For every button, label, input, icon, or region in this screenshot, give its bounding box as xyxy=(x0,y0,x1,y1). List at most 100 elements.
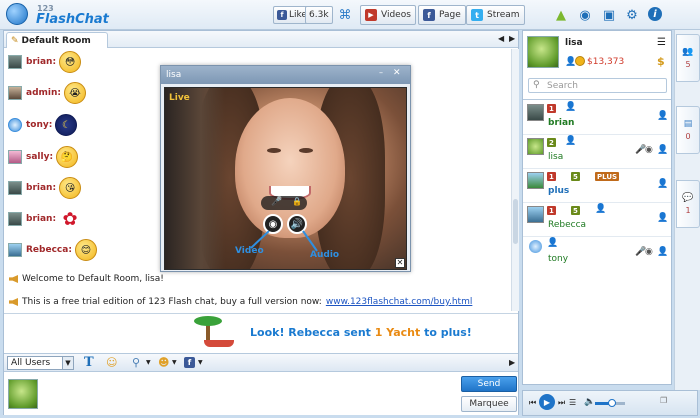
chevron-down-icon[interactable]: ▼ xyxy=(172,359,177,366)
profile-avatar[interactable] xyxy=(527,36,559,68)
user-icon: 👤 xyxy=(657,213,669,223)
message-sender[interactable]: brian: xyxy=(26,214,56,224)
level-value: 1 xyxy=(549,104,554,113)
gift-prefix: Look! Rebecca sent xyxy=(250,326,375,339)
message-sender[interactable]: brian: xyxy=(26,57,56,67)
page-button[interactable]: f Page xyxy=(418,5,466,25)
volume-slider[interactable] xyxy=(595,399,625,407)
user-row-lisa[interactable]: 2 👤 lisa 🎤 ◉ 👤 xyxy=(523,135,671,169)
user-row-tony[interactable]: 👤 tony 🎤 ◉ 👤 xyxy=(523,237,671,271)
tab-prev-arrow-icon[interactable]: ◀ xyxy=(498,34,504,43)
user-row-rebecca[interactable]: 1 5 👤 Rebecca 👤 xyxy=(523,203,671,237)
stream-button[interactable]: t Stream xyxy=(466,5,525,25)
chat-message: tony: ☾ xyxy=(4,112,78,138)
rose-emoticon-icon: ✿ xyxy=(62,208,78,230)
top-bar: 123 FlashChat f Like 6.3k ⌘ ▶ Videos f P… xyxy=(0,0,700,30)
logo-text: FlashChat xyxy=(36,12,109,27)
minimize-icon[interactable]: – xyxy=(379,69,388,78)
user-row-plus[interactable]: 1 5 PLUS plus 👤 xyxy=(523,169,671,203)
tab-default-room[interactable]: ✎ Default Room xyxy=(6,32,108,48)
shy-emoticon-icon: 😊 xyxy=(74,239,97,261)
avatar[interactable] xyxy=(8,55,22,69)
tab-count: 5 xyxy=(685,60,691,69)
tab-online-users[interactable]: 👥 5 xyxy=(676,34,700,82)
avatar[interactable] xyxy=(8,181,22,195)
webcam-icon[interactable]: ◉ xyxy=(577,7,593,23)
play-icon[interactable]: ▶ xyxy=(539,394,555,410)
my-avatar xyxy=(8,379,38,409)
chat-message: brian: ✿ xyxy=(4,206,81,232)
user-name: brian xyxy=(548,118,575,128)
close-icon[interactable]: ✕ xyxy=(393,68,404,79)
volume-icon[interactable]: 🔈 xyxy=(584,397,595,407)
previous-icon[interactable]: ⏮ xyxy=(529,398,536,408)
user-icon: 👤 xyxy=(657,179,669,189)
user-panel: lisa 👤 $13,373 ☰ $ ⚲ Search 1 👤 brian 👤 … xyxy=(522,30,672,385)
video-close-icon[interactable]: ✕ xyxy=(395,258,405,268)
chevron-down-icon[interactable]: ▼ xyxy=(146,359,151,366)
message-sender[interactable]: Rebecca: xyxy=(26,245,72,255)
user-row-brian[interactable]: 1 👤 brian 👤 xyxy=(523,101,671,135)
avatar[interactable] xyxy=(8,118,22,132)
avatar[interactable] xyxy=(8,212,22,226)
videos-label: Videos xyxy=(381,10,411,20)
avatar[interactable] xyxy=(8,150,22,164)
volume-handle[interactable] xyxy=(608,399,616,407)
smiley-icon[interactable]: ☻ xyxy=(158,356,169,369)
link-icon[interactable]: ⚲ xyxy=(132,356,140,369)
text-format-icon[interactable]: T xyxy=(84,355,94,370)
system-message: Welcome to Default Room, lisa! xyxy=(9,274,164,284)
playlist-icon[interactable]: ☰ xyxy=(569,398,576,407)
media-player: ⏮ ▶ ⏭ ☰ 🔈 ❐ xyxy=(522,390,698,416)
video-title-bar[interactable]: lisa – ✕ xyxy=(161,66,410,84)
popout-icon[interactable]: ❐ xyxy=(660,396,667,405)
message-input-area[interactable]: Send Marquee xyxy=(4,373,518,415)
twitter-icon: t xyxy=(471,9,483,21)
chat-message: Rebecca: 😊 xyxy=(4,237,97,263)
emoticon-icon[interactable]: ☺ xyxy=(106,356,117,369)
message-sender[interactable]: sally: xyxy=(26,152,53,162)
like-count: 6.3k xyxy=(309,10,329,20)
message-sender[interactable]: brian: xyxy=(26,183,56,193)
android-icon[interactable]: ▲ xyxy=(553,7,569,23)
page-label: Page xyxy=(439,10,461,20)
marquee-button[interactable]: Marquee xyxy=(461,396,517,412)
send-button[interactable]: Send xyxy=(461,376,517,392)
message-scrollbar[interactable] xyxy=(511,49,519,311)
avatar[interactable] xyxy=(8,243,22,257)
gear-icon[interactable]: ⚙ xyxy=(624,7,640,23)
user-icon: 👤 xyxy=(595,204,607,214)
level-badge: 1 xyxy=(547,104,556,113)
videos-button[interactable]: ▶ Videos xyxy=(360,5,416,25)
avatar xyxy=(527,172,544,189)
chevron-down-icon: ▼ xyxy=(62,357,73,369)
list-menu-icon[interactable]: ☰ xyxy=(657,37,666,48)
tab-rooms[interactable]: ▤ 0 xyxy=(676,106,700,154)
scroll-thumb[interactable] xyxy=(513,199,518,244)
buy-link[interactable]: www.123flashchat.com/buy.html xyxy=(326,297,473,307)
next-icon[interactable]: ⏭ xyxy=(558,398,565,408)
video-callout-label: Video xyxy=(235,246,264,256)
search-input[interactable]: ⚲ Search xyxy=(528,78,667,93)
user-filter-select[interactable]: All Users ▼ xyxy=(7,356,74,370)
info-icon[interactable]: i xyxy=(648,7,662,21)
speaker-icon xyxy=(9,298,18,306)
message-sender[interactable]: admin: xyxy=(26,88,61,98)
trial-text: This is a free trial edition of 123 Flas… xyxy=(22,297,322,307)
facebook-share-icon[interactable]: f xyxy=(184,357,195,368)
user-name: lisa xyxy=(548,152,564,162)
avatar[interactable] xyxy=(8,86,22,100)
video-window[interactable]: lisa – ✕ Live 🎤 🔒 ◉ 🔊 Video Audio ✕ xyxy=(160,65,411,272)
coin-badge[interactable]: $ xyxy=(657,55,665,68)
profile-header: lisa 👤 $13,373 ☰ $ xyxy=(523,31,671,75)
tab-next-arrow-icon[interactable]: ▶ xyxy=(509,34,515,43)
message-sender[interactable]: tony: xyxy=(26,120,52,130)
chevron-down-icon[interactable]: ▼ xyxy=(198,359,203,366)
collapse-arrow-icon[interactable]: ▶ xyxy=(509,358,515,367)
apple-icon[interactable] xyxy=(528,7,544,23)
gift-icon[interactable]: ▣ xyxy=(601,7,617,23)
tab-messages[interactable]: 💬 1 xyxy=(676,180,700,228)
butterfly-icon[interactable]: ⌘ xyxy=(337,7,353,23)
coin-balance: $13,373 xyxy=(587,57,625,67)
avatar xyxy=(527,138,544,155)
